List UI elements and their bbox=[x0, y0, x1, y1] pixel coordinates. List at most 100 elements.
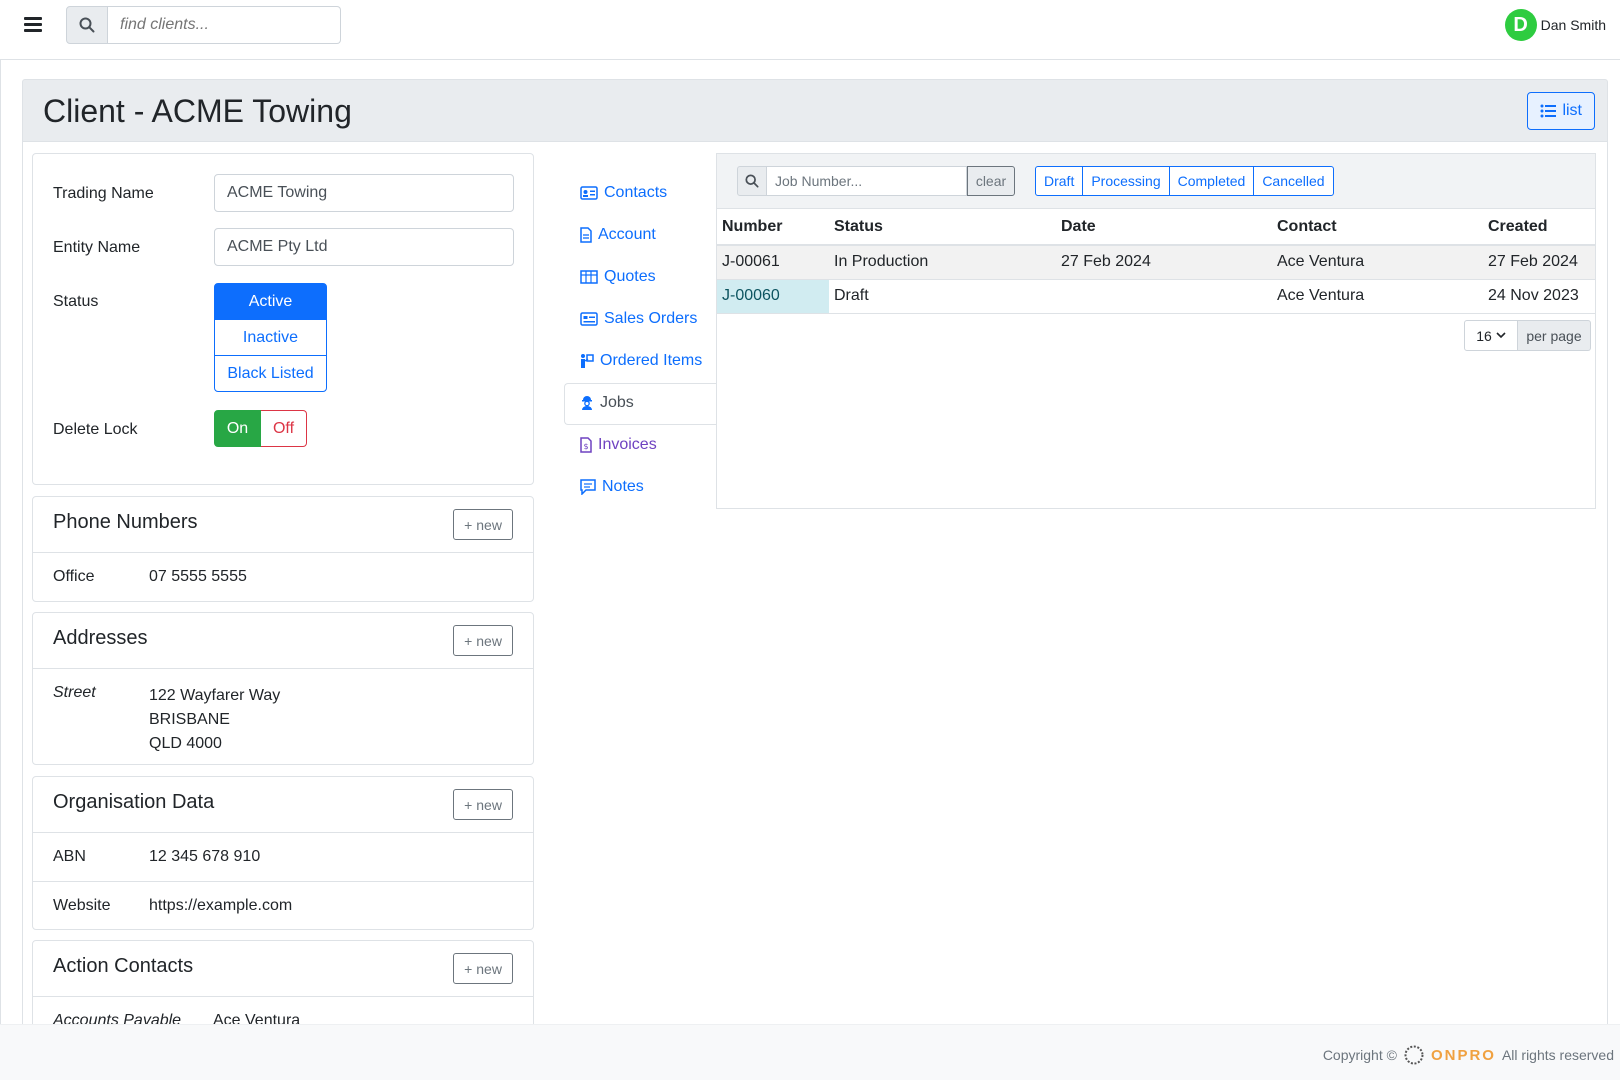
table-row[interactable]: J-00060 Draft Ace Ventura 24 Nov 2023 bbox=[717, 279, 1595, 314]
per-page-label: per page bbox=[1518, 320, 1591, 351]
job-date-cell bbox=[1056, 279, 1272, 314]
new-label: new bbox=[476, 796, 502, 813]
nav-label: Quotes bbox=[604, 268, 656, 285]
filter-completed[interactable]: Completed bbox=[1168, 166, 1255, 196]
order-card-icon bbox=[580, 312, 598, 326]
status-filters: Draft Processing Completed Cancelled bbox=[1035, 166, 1334, 196]
job-search: Job Number... clear bbox=[737, 166, 1015, 196]
footer: Copyright © ONPRO All rights reserved bbox=[0, 1024, 1620, 1080]
invoice-icon: $ bbox=[580, 437, 592, 453]
entity-name-field[interactable]: ACME Pty Ltd bbox=[214, 228, 514, 266]
document-icon bbox=[580, 227, 592, 243]
column-header[interactable]: Status bbox=[829, 209, 1056, 246]
plus-icon: + bbox=[464, 796, 473, 813]
new-label: new bbox=[476, 632, 502, 649]
trading-name-field[interactable]: ACME Towing bbox=[214, 174, 514, 212]
grid-icon bbox=[580, 270, 598, 284]
column-header[interactable]: Created bbox=[1483, 209, 1595, 246]
nav-account[interactable]: Account bbox=[580, 226, 656, 244]
status-inactive-button[interactable]: Inactive bbox=[214, 319, 327, 356]
abn-value: 12 345 678 910 bbox=[149, 848, 261, 865]
jobs-toolbar: Job Number... clear Draft Processing Com… bbox=[717, 154, 1595, 209]
per-page-control: 16 per page bbox=[1464, 320, 1591, 351]
nav-ordered-items[interactable]: Ordered Items bbox=[580, 352, 702, 370]
delete-lock-off-button[interactable]: Off bbox=[261, 410, 307, 447]
worker-icon bbox=[582, 396, 592, 410]
jobs-panel: Job Number... clear Draft Processing Com… bbox=[716, 153, 1596, 509]
column-header[interactable]: Date bbox=[1056, 209, 1272, 246]
menu-icon[interactable] bbox=[24, 17, 42, 33]
nav-label: Jobs bbox=[600, 394, 634, 411]
job-search-button[interactable] bbox=[737, 166, 767, 196]
nav-label: Account bbox=[598, 226, 656, 243]
list-button[interactable]: list bbox=[1527, 92, 1595, 130]
nav-label: Invoices bbox=[598, 436, 657, 453]
nav-invoices[interactable]: $ Invoices bbox=[580, 436, 657, 454]
user-name: Dan Smith bbox=[1540, 17, 1606, 33]
chat-icon bbox=[580, 479, 596, 495]
add-address-button[interactable]: + new bbox=[453, 625, 513, 656]
page-title: Client - ACME Towing bbox=[43, 93, 352, 129]
filter-draft[interactable]: Draft bbox=[1035, 166, 1084, 196]
page-header: Client - ACME Towing list bbox=[22, 79, 1608, 142]
nav-sales-orders[interactable]: Sales Orders bbox=[580, 310, 697, 328]
organisation-data-card: Organisation Data + new ABN 12 345 678 91… bbox=[32, 776, 534, 930]
svg-text:$: $ bbox=[583, 442, 588, 451]
table-header-row: Number Status Date Contact Created bbox=[717, 209, 1595, 246]
plus-icon: + bbox=[464, 632, 473, 649]
filter-cancelled[interactable]: Cancelled bbox=[1253, 166, 1334, 196]
address-lines: 122 Wayfarer Way BRISBANE QLD 4000 bbox=[149, 684, 280, 756]
brand-name: ONPRO bbox=[1430, 1046, 1496, 1064]
list-label: list bbox=[1562, 102, 1582, 119]
filter-processing[interactable]: Processing bbox=[1082, 166, 1170, 196]
rights-text: All rights reserved bbox=[1501, 1047, 1614, 1063]
nav-quotes[interactable]: Quotes bbox=[580, 268, 656, 286]
table-row[interactable]: J-00061 In Production 27 Feb 2024 Ace Ve… bbox=[717, 245, 1595, 280]
jobs-table: Number Status Date Contact Created J-000… bbox=[717, 209, 1595, 314]
clear-button[interactable]: clear bbox=[967, 166, 1015, 196]
add-action-contact-button[interactable]: + new bbox=[453, 953, 513, 984]
nav-label: Contacts bbox=[604, 184, 668, 201]
client-details-card: Trading Name ACME Towing Entity Name ACM… bbox=[32, 153, 534, 485]
job-status-cell: Draft bbox=[829, 279, 1056, 314]
nav-notes[interactable]: Notes bbox=[580, 478, 644, 496]
job-number-cell[interactable]: J-00060 bbox=[717, 279, 829, 314]
nav-label: Notes bbox=[602, 478, 644, 495]
top-navbar: D Dan Smith bbox=[0, 0, 1620, 60]
person-board-icon bbox=[581, 354, 594, 368]
job-created-cell: 27 Feb 2024 bbox=[1483, 245, 1595, 280]
phone-row: Office 07 5555 5555 bbox=[33, 553, 533, 601]
client-search bbox=[66, 6, 341, 44]
phone-numbers-title: Phone Numbers bbox=[53, 511, 198, 533]
client-search-input[interactable] bbox=[108, 6, 341, 44]
job-number-cell[interactable]: J-00061 bbox=[717, 245, 829, 280]
addresses-title: Addresses bbox=[53, 627, 148, 649]
address-line: QLD 4000 bbox=[149, 735, 222, 752]
column-header[interactable]: Number bbox=[717, 209, 829, 246]
status-black-listed-button[interactable]: Black Listed bbox=[214, 355, 327, 392]
delete-lock-toggle: On Off bbox=[214, 410, 307, 447]
contact-card-icon bbox=[580, 186, 598, 200]
list-icon bbox=[1540, 104, 1557, 118]
address-row: Street 122 Wayfarer Way BRISBANE QLD 400… bbox=[33, 669, 533, 765]
phone-numbers-card: Phone Numbers + new Office 07 5555 5555 bbox=[32, 496, 534, 602]
per-page-select[interactable]: 16 bbox=[1464, 320, 1518, 351]
column-header[interactable]: Contact bbox=[1272, 209, 1483, 246]
status-active-button[interactable]: Active bbox=[214, 283, 327, 320]
search-button[interactable] bbox=[66, 6, 108, 44]
copyright-text: Copyright © bbox=[1322, 1047, 1397, 1063]
add-organisation-data-button[interactable]: + new bbox=[453, 789, 513, 820]
add-phone-button[interactable]: + new bbox=[453, 509, 513, 540]
status-selector: Active Inactive Black Listed bbox=[214, 283, 327, 392]
abn-row: ABN 12 345 678 910 bbox=[33, 833, 533, 881]
user-menu[interactable]: D Dan Smith bbox=[1504, 9, 1606, 41]
nav-jobs[interactable]: Jobs bbox=[580, 394, 634, 412]
new-label: new bbox=[476, 960, 502, 977]
job-number-input[interactable]: Job Number... bbox=[767, 166, 967, 196]
nav-contacts[interactable]: Contacts bbox=[580, 184, 667, 202]
delete-lock-label: Delete Lock bbox=[53, 421, 138, 438]
delete-lock-on-button[interactable]: On bbox=[214, 410, 261, 447]
trading-name-label: Trading Name bbox=[53, 185, 154, 202]
new-label: new bbox=[476, 516, 502, 533]
chevron-down-icon bbox=[1496, 332, 1506, 339]
